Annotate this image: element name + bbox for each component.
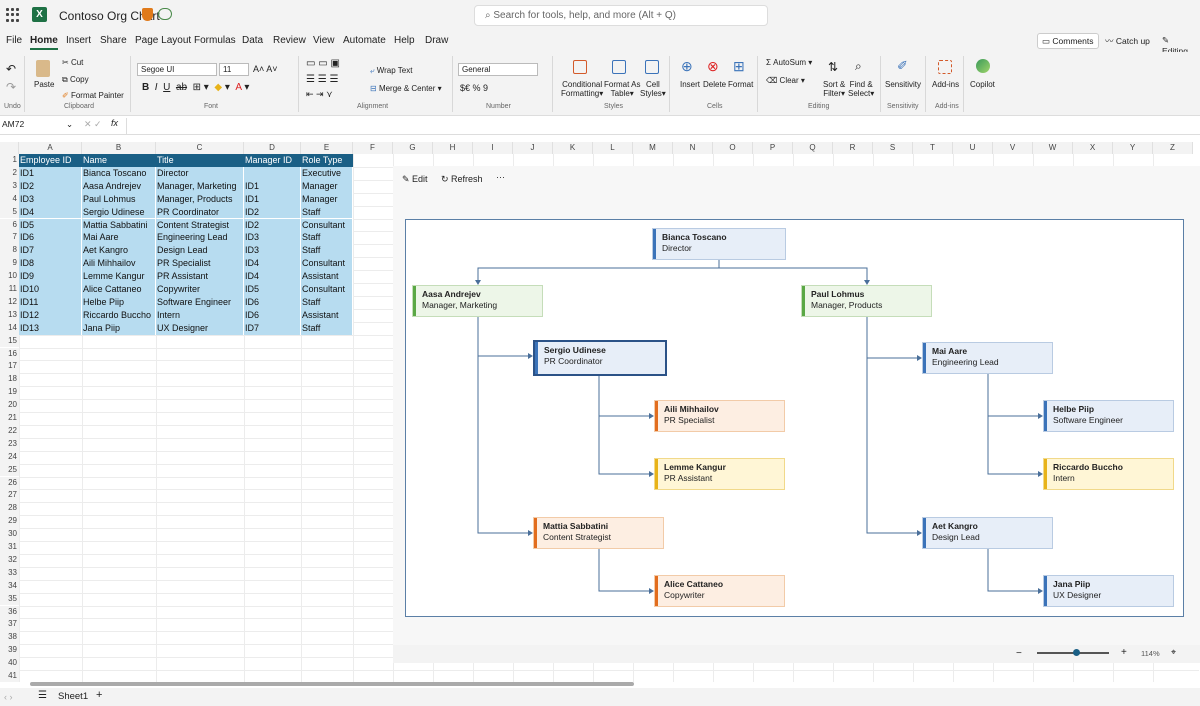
org-node-name: Alice Cattaneo [664, 579, 724, 589]
org-node[interactable]: Lemme Kangur PR Assistant [654, 458, 785, 490]
horizontal-scrollbar[interactable] [30, 682, 634, 686]
sheet-tab-bar [0, 688, 1200, 706]
connector-line [477, 356, 531, 534]
connector-line [598, 549, 652, 592]
org-node-title: PR Assistant [664, 473, 713, 483]
zoom-level[interactable]: 114% [1141, 649, 1160, 658]
org-node-title: UX Designer [1053, 590, 1102, 600]
org-node[interactable]: Jana Piip UX Designer [1043, 575, 1174, 607]
connector-line [987, 549, 1041, 592]
org-node-title: Engineering Lead [932, 357, 999, 367]
connector-line [987, 416, 1041, 475]
org-node-title: Manager, Marketing [422, 300, 498, 310]
connector-line [477, 260, 720, 283]
sheet-nav-arrows[interactable]: ‹ › [4, 692, 13, 702]
org-node-name: Sergio Udinese [544, 345, 606, 355]
org-node-title: Director [662, 243, 692, 253]
org-node-title: Intern [1053, 473, 1075, 483]
org-node-title: Content Strategist [543, 532, 612, 542]
org-node[interactable]: Aasa Andrejev Manager, Marketing [412, 285, 543, 317]
org-node-name: Paul Lohmus [811, 289, 865, 299]
org-node-title: Copywriter [664, 590, 705, 600]
zoom-out-button[interactable]: − [1016, 648, 1022, 659]
org-node[interactable]: Sergio Udinese PR Coordinator [533, 340, 667, 376]
org-node[interactable]: Aili Mihhailov PR Specialist [654, 400, 785, 432]
org-node-title: PR Coordinator [544, 356, 603, 366]
org-node-title: Manager, Products [811, 300, 883, 310]
org-node-name: Aasa Andrejev [422, 289, 481, 299]
connector-line [477, 317, 531, 357]
org-node-name: Mattia Sabbatini [543, 521, 609, 531]
org-node-name: Aili Mihhailov [664, 404, 719, 414]
add-sheet-button[interactable]: + [96, 689, 102, 701]
fit-to-window-icon[interactable]: ⌖ [1171, 647, 1176, 658]
zoom-in-button[interactable]: + [1121, 647, 1127, 658]
org-node[interactable]: Aet Kangro Design Lead [922, 517, 1053, 549]
org-node-name: Helbe Piip [1053, 404, 1095, 414]
org-node-title: Design Lead [932, 532, 980, 542]
connector-line [866, 317, 920, 359]
org-node-name: Mai Aare [932, 346, 968, 356]
connector-line [866, 358, 920, 534]
org-node[interactable]: Mai Aare Engineering Lead [922, 342, 1053, 374]
org-node-name: Riccardo Buccho [1053, 462, 1123, 472]
org-node[interactable]: Mattia Sabbatini Content Strategist [533, 517, 664, 549]
org-node-title: PR Specialist [664, 415, 715, 425]
org-node[interactable]: Paul Lohmus Manager, Products [801, 285, 932, 317]
org-node-title: Software Engineer [1053, 415, 1123, 425]
org-node[interactable]: Alice Cattaneo Copywriter [654, 575, 785, 607]
org-node-name: Bianca Toscano [662, 232, 727, 242]
org-node[interactable]: Riccardo Buccho Intern [1043, 458, 1174, 490]
org-node[interactable]: Helbe Piip Software Engineer [1043, 400, 1174, 432]
sheet-tab-sheet1[interactable]: Sheet1 [58, 691, 88, 702]
org-node-name: Jana Piip [1053, 579, 1091, 589]
org-node[interactable]: Bianca Toscano Director [652, 228, 786, 260]
connector-line [598, 416, 652, 475]
org-node-name: Lemme Kangur [664, 462, 726, 472]
connector-line [598, 376, 652, 417]
connector-line [987, 374, 1041, 417]
org-node-name: Aet Kangro [932, 521, 978, 531]
connector-line [719, 267, 868, 283]
all-sheets-icon[interactable]: ☰ [38, 690, 47, 701]
